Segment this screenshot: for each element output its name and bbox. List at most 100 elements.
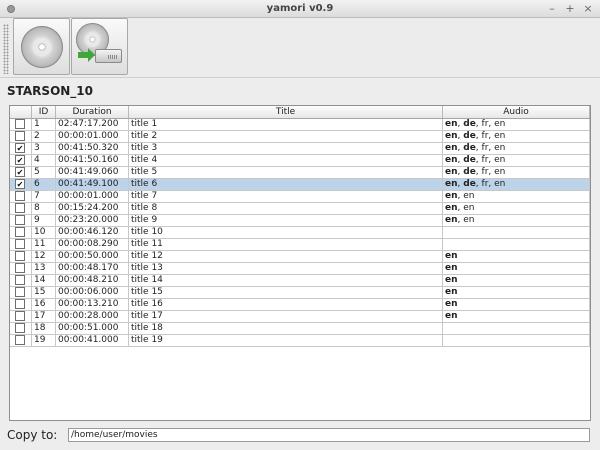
copy-to-input[interactable] <box>68 428 590 442</box>
table-row[interactable]: 12 00:00:50.000 title 12 en <box>10 251 590 263</box>
id-cell: 18 <box>32 323 56 334</box>
copy-to-label: Copy to: <box>7 428 58 442</box>
audio-cell <box>443 227 590 238</box>
id-cell: 19 <box>32 335 56 346</box>
row-checkbox[interactable] <box>15 215 25 225</box>
select-cell <box>10 215 32 226</box>
table-row[interactable]: ✔ 3 00:41:50.320 title 3 en, de, fr, en <box>10 143 590 155</box>
row-checkbox[interactable] <box>15 275 25 285</box>
table-row[interactable]: 14 00:00:48.210 title 14 en <box>10 275 590 287</box>
duration-cell: 00:41:49.100 <box>56 179 129 190</box>
table-row[interactable]: 16 00:00:13.210 title 16 en <box>10 299 590 311</box>
audio-language: en <box>445 215 458 225</box>
audio-cell: en, en <box>443 191 590 202</box>
title-cell: title 13 <box>129 263 443 274</box>
toolbar <box>0 18 600 78</box>
duration-cell: 00:00:01.000 <box>56 191 129 202</box>
title-cell: title 10 <box>129 227 443 238</box>
row-checkbox[interactable] <box>15 251 25 261</box>
table-row[interactable]: 13 00:00:48.170 title 13 en <box>10 263 590 275</box>
table-row[interactable]: 2 00:00:01.000 title 2 en, de, fr, en <box>10 131 590 143</box>
row-checkbox[interactable] <box>15 323 25 333</box>
titles-table[interactable]: ID Duration Title Audio 1 02:47:17.200 tit… <box>9 105 591 421</box>
title-cell: title 3 <box>129 143 443 154</box>
row-checkbox[interactable] <box>15 227 25 237</box>
table-row[interactable]: 17 00:00:28.000 title 17 en <box>10 311 590 323</box>
table-row[interactable]: ✔ 5 00:41:49.060 title 5 en, de, fr, en <box>10 167 590 179</box>
row-checkbox[interactable] <box>15 191 25 201</box>
id-cell: 6 <box>32 179 56 190</box>
close-button[interactable]: × <box>581 2 595 15</box>
id-cell: 14 <box>32 275 56 286</box>
table-row[interactable]: 15 00:00:06.000 title 15 en <box>10 287 590 299</box>
duration-cell: 00:00:06.000 <box>56 287 129 298</box>
audio-language: en <box>445 191 458 201</box>
toolbar-grip[interactable] <box>3 24 9 74</box>
hard-drive-icon <box>95 49 122 63</box>
row-checkbox[interactable]: ✔ <box>15 143 25 153</box>
audio-language: en <box>494 155 506 165</box>
audio-cell: en, en <box>443 215 590 226</box>
rip-to-drive-button[interactable] <box>71 18 128 75</box>
row-checkbox[interactable]: ✔ <box>15 155 25 165</box>
audio-language: en <box>445 179 458 189</box>
audio-language: de <box>463 119 476 129</box>
id-cell: 12 <box>32 251 56 262</box>
audio-cell: en, de, fr, en <box>443 131 590 142</box>
minimize-button[interactable]: – <box>545 2 559 15</box>
row-checkbox[interactable] <box>15 119 25 129</box>
column-header-title[interactable]: Title <box>129 106 443 118</box>
id-cell: 2 <box>32 131 56 142</box>
audio-language: en <box>494 179 506 189</box>
row-checkbox[interactable] <box>15 239 25 249</box>
table-row[interactable]: 18 00:00:51.000 title 18 <box>10 323 590 335</box>
table-row[interactable]: 7 00:00:01.000 title 7 en, en <box>10 191 590 203</box>
select-cell: ✔ <box>10 167 32 178</box>
row-checkbox[interactable] <box>15 335 25 345</box>
row-checkbox[interactable] <box>15 263 25 273</box>
table-row[interactable]: ✔ 6 00:41:49.100 title 6 en, de, fr, en <box>10 179 590 191</box>
id-cell: 3 <box>32 143 56 154</box>
disc-name-label: STARSON_10 <box>7 84 94 98</box>
row-checkbox[interactable] <box>15 203 25 213</box>
audio-language: en <box>463 191 475 201</box>
id-cell: 15 <box>32 287 56 298</box>
title-cell: title 6 <box>129 179 443 190</box>
select-cell <box>10 311 32 322</box>
open-disc-button[interactable] <box>13 18 70 75</box>
column-header-id[interactable]: ID <box>32 106 56 118</box>
column-header-select[interactable] <box>10 106 32 118</box>
row-checkbox[interactable]: ✔ <box>15 179 25 189</box>
table-row[interactable]: 11 00:00:08.290 title 11 <box>10 239 590 251</box>
table-row[interactable]: ✔ 4 00:41:50.160 title 4 en, de, fr, en <box>10 155 590 167</box>
select-cell <box>10 251 32 262</box>
table-row[interactable]: 9 00:23:20.000 title 9 en, en <box>10 215 590 227</box>
row-checkbox[interactable] <box>15 299 25 309</box>
audio-language: de <box>463 131 476 141</box>
row-checkbox[interactable]: ✔ <box>15 167 25 177</box>
duration-cell: 00:00:48.170 <box>56 263 129 274</box>
table-row[interactable]: 10 00:00:46.120 title 10 <box>10 227 590 239</box>
row-checkbox[interactable] <box>15 287 25 297</box>
audio-cell: en, de, fr, en <box>443 155 590 166</box>
id-cell: 8 <box>32 203 56 214</box>
audio-language: en <box>445 287 458 297</box>
duration-cell: 00:23:20.000 <box>56 215 129 226</box>
audio-language: en <box>445 311 458 321</box>
audio-language: en <box>494 131 506 141</box>
table-row[interactable]: 19 00:00:41.000 title 19 <box>10 335 590 347</box>
title-cell: title 17 <box>129 311 443 322</box>
row-checkbox[interactable] <box>15 131 25 141</box>
row-checkbox[interactable] <box>15 311 25 321</box>
maximize-button[interactable]: + <box>563 2 577 15</box>
table-row[interactable]: 8 00:15:24.200 title 8 en, en <box>10 203 590 215</box>
audio-cell: en <box>443 263 590 274</box>
select-cell <box>10 263 32 274</box>
duration-cell: 00:00:13.210 <box>56 299 129 310</box>
table-row[interactable]: 1 02:47:17.200 title 1 en, de, fr, en <box>10 119 590 131</box>
column-header-audio[interactable]: Audio <box>443 106 590 118</box>
title-cell: title 16 <box>129 299 443 310</box>
duration-cell: 00:00:08.290 <box>56 239 129 250</box>
column-header-duration[interactable]: Duration <box>56 106 129 118</box>
duration-cell: 02:47:17.200 <box>56 119 129 130</box>
